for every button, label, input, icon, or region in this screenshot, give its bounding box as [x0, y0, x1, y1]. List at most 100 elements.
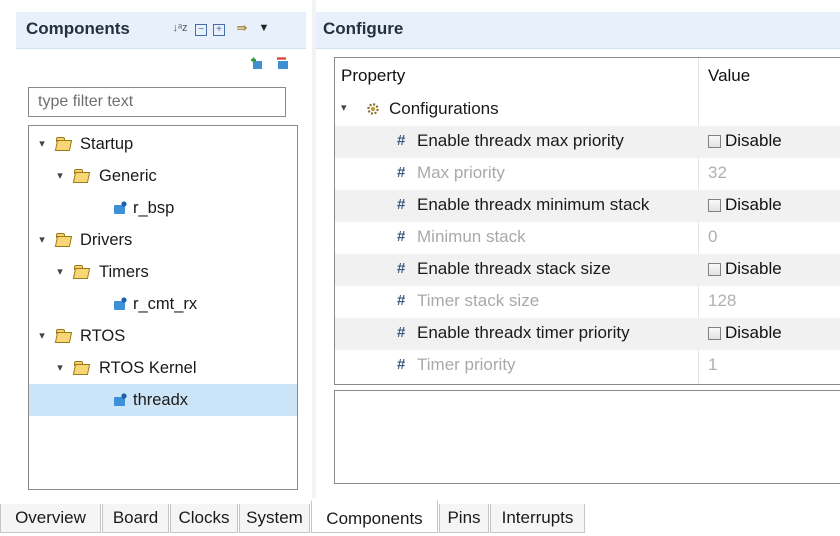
property-value: 0 — [708, 227, 718, 246]
chevron-down-icon[interactable]: ▾ — [53, 256, 67, 288]
tree-item-label: RTOS — [80, 327, 126, 345]
chevron-down-icon[interactable]: ▾ — [35, 224, 49, 256]
property-value: 32 — [708, 163, 727, 182]
configurations-group-row[interactable]: ▾ Configurations — [335, 94, 840, 126]
tree-item[interactable]: ▾ Generic — [29, 160, 297, 192]
configure-panel: Configure Property Value ▾ Configuration… — [316, 0, 840, 498]
expand-all-icon[interactable]: + — [213, 24, 225, 36]
hash-icon: # — [397, 132, 406, 149]
property-name: Max priority — [417, 163, 505, 182]
configurations-label: Configurations — [389, 99, 499, 118]
filter-input[interactable] — [28, 87, 286, 117]
property-value: Disable — [725, 131, 782, 150]
sort-alpha-icon[interactable]: ↓ᵃz — [172, 20, 188, 36]
checkbox-icon[interactable] — [708, 135, 721, 148]
property-value: Disable — [725, 195, 782, 214]
link-editor-icon[interactable]: ⇛ — [234, 20, 250, 36]
tree-item-label: RTOS Kernel — [99, 359, 197, 377]
tree-item[interactable]: ▾ Timers — [29, 256, 297, 288]
chevron-down-icon[interactable]: ▾ — [53, 352, 67, 384]
configure-panel-title: Configure — [323, 19, 404, 38]
folder-icon — [74, 361, 89, 374]
components-panel-title: Components — [26, 19, 130, 38]
tree-item[interactable]: ▾ RTOS Kernel — [29, 352, 297, 384]
tree-item-label: Timers — [99, 263, 149, 281]
chevron-down-icon[interactable]: ▾ — [35, 128, 49, 160]
tree-item-label: r_cmt_rx — [133, 295, 198, 313]
remove-component-icon[interactable] — [276, 56, 290, 70]
property-value: 128 — [708, 291, 737, 310]
chevron-down-icon[interactable]: ▾ — [53, 160, 67, 192]
property-name: Enable threadx minimum stack — [417, 195, 650, 214]
property-name: Timer priority — [417, 355, 516, 374]
view-menu-icon[interactable]: ▼ — [256, 20, 272, 36]
property-name: Enable threadx stack size — [417, 259, 611, 278]
hash-icon: # — [397, 356, 406, 373]
tree-item-label: threadx — [133, 391, 189, 409]
hash-icon: # — [397, 324, 406, 341]
tab-overview[interactable]: Overview — [0, 504, 101, 533]
tree-item-label: Drivers — [80, 231, 133, 249]
component-icon — [114, 297, 127, 310]
hash-icon: # — [397, 260, 406, 277]
components-tree: ▾ Startup ▾ Generic r_bsp ▾ Drivers ▾ Timers r_cm… — [28, 125, 298, 490]
property-row[interactable]: # Timer stack size 128 — [335, 286, 840, 318]
tree-item-label: Generic — [99, 167, 157, 185]
tree-item-label: Startup — [80, 135, 134, 153]
folder-icon — [56, 137, 71, 150]
collapse-all-icon[interactable]: − — [195, 24, 207, 36]
gear-icon — [367, 103, 379, 115]
tree-item[interactable]: r_bsp — [29, 192, 297, 224]
property-name: Timer stack size — [417, 291, 540, 310]
chevron-down-icon[interactable]: ▾ — [35, 320, 49, 352]
property-row[interactable]: # Timer priority 1 — [335, 350, 840, 382]
tab-board[interactable]: Board — [102, 504, 169, 533]
components-panel-header: Components ↓ᵃz − + ⇛ ▼ — [16, 12, 306, 49]
hash-icon: # — [397, 228, 406, 245]
folder-icon — [74, 169, 89, 182]
configure-panel-header: Configure — [316, 12, 840, 49]
property-name: Minimun stack — [417, 227, 526, 246]
property-value: Disable — [725, 259, 782, 278]
tree-item[interactable]: threadx — [29, 384, 297, 416]
hash-icon: # — [397, 292, 406, 309]
add-component-icon[interactable] — [250, 56, 264, 70]
property-name: Enable threadx timer priority — [417, 323, 630, 342]
component-icon — [114, 201, 127, 214]
tree-item[interactable]: r_cmt_rx — [29, 288, 297, 320]
property-row[interactable]: # Minimun stack 0 — [335, 222, 840, 254]
tab-pins[interactable]: Pins — [439, 504, 489, 533]
editor-tab-bar: Overview Board Clocks System Components Pins I… — [0, 500, 840, 533]
tab-interrupts[interactable]: Interrupts — [490, 504, 585, 533]
tab-clocks[interactable]: Clocks — [170, 504, 238, 533]
folder-icon — [74, 265, 89, 278]
checkbox-icon[interactable] — [708, 263, 721, 276]
property-description-box — [334, 390, 840, 484]
property-row[interactable]: # Enable threadx minimum stack Disable — [335, 190, 840, 222]
checkbox-icon[interactable] — [708, 327, 721, 340]
components-panel: Components ↓ᵃz − + ⇛ ▼ ▾ Startup ▾ Generic r… — [0, 0, 312, 498]
property-row[interactable]: # Max priority 32 — [335, 158, 840, 190]
checkbox-icon[interactable] — [708, 199, 721, 212]
property-row[interactable]: # Enable threadx max priority Disable — [335, 126, 840, 158]
tab-system[interactable]: System — [239, 504, 310, 533]
hash-icon: # — [397, 196, 406, 213]
folder-icon — [56, 329, 71, 342]
property-column-header[interactable]: Property — [341, 66, 405, 86]
tab-components[interactable]: Components — [311, 500, 438, 533]
tree-item-label: r_bsp — [133, 199, 175, 217]
chevron-down-icon[interactable]: ▾ — [341, 101, 347, 114]
property-value: 1 — [708, 355, 718, 374]
properties-table: Property Value ▾ Configurations # Enable … — [334, 57, 840, 385]
hash-icon: # — [397, 164, 406, 181]
value-column-header[interactable]: Value — [708, 66, 750, 86]
property-value: Disable — [725, 323, 782, 342]
folder-icon — [56, 233, 71, 246]
component-icon — [114, 393, 127, 406]
tree-item[interactable]: ▾ RTOS — [29, 320, 297, 352]
property-row[interactable]: # Enable threadx timer priority Disable — [335, 318, 840, 350]
tree-item[interactable]: ▾ Drivers — [29, 224, 297, 256]
tree-item[interactable]: ▾ Startup — [29, 128, 297, 160]
property-name: Enable threadx max priority — [417, 131, 624, 150]
property-row[interactable]: # Enable threadx stack size Disable — [335, 254, 840, 286]
